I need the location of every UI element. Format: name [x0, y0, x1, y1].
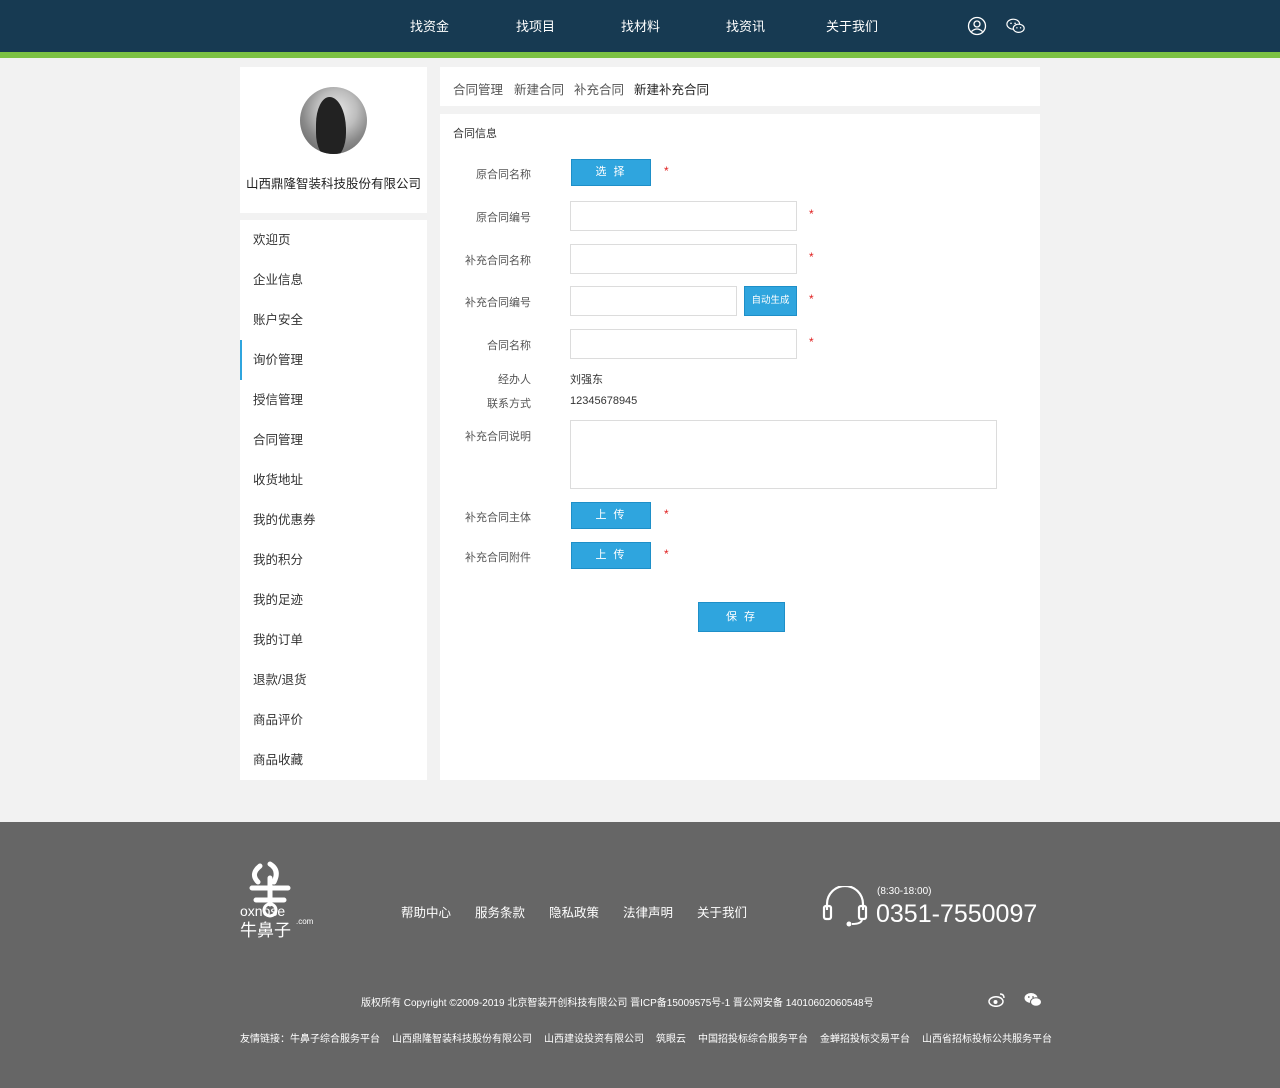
sidebar-item-credit-management[interactable]: 授信管理: [240, 380, 427, 420]
sidebar-item-company-info[interactable]: 企业信息: [240, 260, 427, 300]
breadcrumb-supplementary-contract[interactable]: 补充合同: [574, 79, 624, 98]
company-name: 山西鼎隆智装科技股份有限公司: [245, 177, 421, 191]
original-contract-no-input[interactable]: [570, 201, 797, 231]
breadcrumb-new-contract[interactable]: 新建合同: [514, 79, 564, 98]
sidebar-item-welcome[interactable]: 欢迎页: [240, 220, 427, 260]
sidebar-item-shipping-address[interactable]: 收货地址: [240, 460, 427, 500]
footer-link-legal[interactable]: 法律声明: [623, 902, 673, 921]
sidebar-item-refund-return[interactable]: 退款/退货: [240, 660, 427, 700]
logo-com-text: .com: [296, 917, 314, 926]
nav-item-find-materials[interactable]: 找材料: [621, 16, 660, 35]
friend-link[interactable]: 筑眼云: [656, 1034, 686, 1045]
auto-generate-button[interactable]: 自动生成: [744, 286, 797, 316]
required-mark: *: [664, 164, 669, 178]
service-hours: (8:30-18:00): [877, 886, 932, 897]
sidebar-item-account-security[interactable]: 账户安全: [240, 300, 427, 340]
headset-icon: [822, 886, 868, 927]
supp-contract-name-input[interactable]: [570, 244, 797, 274]
footer-link-terms[interactable]: 服务条款: [475, 902, 525, 921]
hotline-phone: 0351-7550097: [876, 900, 1038, 928]
footer-link-help[interactable]: 帮助中心: [401, 902, 451, 921]
nav-accent-stripe: [0, 52, 1280, 58]
sidebar-menu: 欢迎页 企业信息 账户安全 询价管理 授信管理 合同管理 收货地址 我的优惠券 …: [240, 220, 427, 780]
sidebar-item-contract-management[interactable]: 合同管理: [240, 420, 427, 460]
sidebar-item-product-reviews[interactable]: 商品评价: [240, 700, 427, 740]
friend-links-label: 友情链接：: [240, 1034, 290, 1045]
select-contract-button[interactable]: 选 择: [571, 159, 651, 186]
friend-link[interactable]: 中国招投标综合服务平台: [698, 1034, 808, 1045]
logo-cn-text: 牛鼻子: [240, 921, 291, 941]
supp-description-label: 补充合同说明: [465, 431, 531, 443]
original-contract-no-label: 原合同编号: [476, 212, 531, 224]
friend-link[interactable]: 牛鼻子综合服务平台: [290, 1034, 380, 1045]
upload-attachment-button[interactable]: 上 传: [571, 542, 651, 569]
upload-subject-button[interactable]: 上 传: [571, 502, 651, 529]
nav-item-find-news[interactable]: 找资讯: [726, 16, 765, 35]
copyright-text: 版权所有 Copyright ©2009-2019 北京智装开创科技有限公司 晋…: [361, 998, 874, 1009]
required-mark: *: [809, 292, 814, 306]
required-mark: *: [809, 207, 814, 221]
supp-contract-no-label: 补充合同编号: [465, 297, 531, 309]
sidebar-item-inquiry-management[interactable]: 询价管理: [240, 340, 427, 380]
original-contract-name-label: 原合同名称: [476, 169, 531, 181]
supp-description-textarea[interactable]: [570, 420, 997, 489]
handler-label: 经办人: [498, 374, 531, 386]
logo-text: oxnose: [240, 903, 285, 919]
breadcrumb-contract-management[interactable]: 合同管理: [453, 79, 503, 98]
sidebar-item-my-points[interactable]: 我的积分: [240, 540, 427, 580]
supp-contract-no-input[interactable]: [570, 286, 737, 316]
required-mark: *: [809, 335, 814, 349]
contact-label: 联系方式: [487, 398, 531, 410]
footer: oxnose 牛鼻子 .com 帮助中心 服务条款 隐私政策 法律声明 关于我们…: [0, 822, 1280, 1088]
required-mark: *: [664, 507, 669, 521]
supp-subject-label: 补充合同主体: [465, 512, 531, 524]
required-mark: *: [809, 250, 814, 264]
footer-link-about[interactable]: 关于我们: [697, 902, 747, 921]
friend-links: 友情链接：牛鼻子综合服务平台 山西鼎隆智装科技股份有限公司 山西建设投资有限公司 筑眼…: [240, 1030, 1064, 1045]
sidebar-item-product-favorites[interactable]: 商品收藏: [240, 740, 427, 780]
footer-link-privacy[interactable]: 隐私政策: [549, 902, 599, 921]
save-button[interactable]: 保 存: [698, 602, 785, 632]
friend-link[interactable]: 山西省招标投标公共服务平台: [922, 1034, 1052, 1045]
contract-form: 合同信息 原合同名称 选 择 * 原合同编号 * 补充合同名称 * 补充合同编号…: [440, 114, 1040, 780]
supp-attachment-label: 补充合同附件: [465, 552, 531, 564]
contract-name-label: 合同名称: [487, 340, 531, 352]
nav-item-about-us[interactable]: 关于我们: [826, 16, 878, 35]
friend-link[interactable]: 山西建设投资有限公司: [544, 1034, 644, 1045]
wechat-icon[interactable]: [1024, 992, 1042, 1007]
nav-item-find-funds[interactable]: 找资金: [410, 16, 449, 35]
breadcrumb-current: 新建补充合同: [634, 83, 710, 97]
weibo-icon[interactable]: [988, 992, 1006, 1007]
sidebar-item-my-coupons[interactable]: 我的优惠券: [240, 500, 427, 540]
contract-name-input[interactable]: [570, 329, 797, 359]
profile-card: 山西鼎隆智装科技股份有限公司: [240, 67, 427, 213]
handler-value: 刘强东: [570, 374, 603, 386]
contact-value: 12345678945: [570, 395, 638, 407]
sidebar-item-my-footprints[interactable]: 我的足迹: [240, 580, 427, 620]
wechat-icon[interactable]: [1006, 16, 1026, 36]
friend-link[interactable]: 金蝉招投标交易平台: [820, 1034, 910, 1045]
required-mark: *: [664, 547, 669, 561]
sidebar-item-my-orders[interactable]: 我的订单: [240, 620, 427, 660]
oxnose-logo[interactable]: oxnose 牛鼻子 .com: [240, 860, 320, 942]
breadcrumb: 合同管理 新建合同 补充合同 新建补充合同: [440, 67, 1040, 106]
friend-link[interactable]: 山西鼎隆智装科技股份有限公司: [392, 1034, 532, 1045]
top-nav-bar: 找资金 找项目 找材料 找资讯 关于我们: [0, 0, 1280, 52]
nav-item-find-projects[interactable]: 找项目: [516, 16, 555, 35]
user-icon[interactable]: [967, 16, 987, 36]
section-title: 合同信息: [453, 128, 497, 140]
avatar: [300, 87, 367, 154]
supp-contract-name-label: 补充合同名称: [465, 255, 531, 267]
